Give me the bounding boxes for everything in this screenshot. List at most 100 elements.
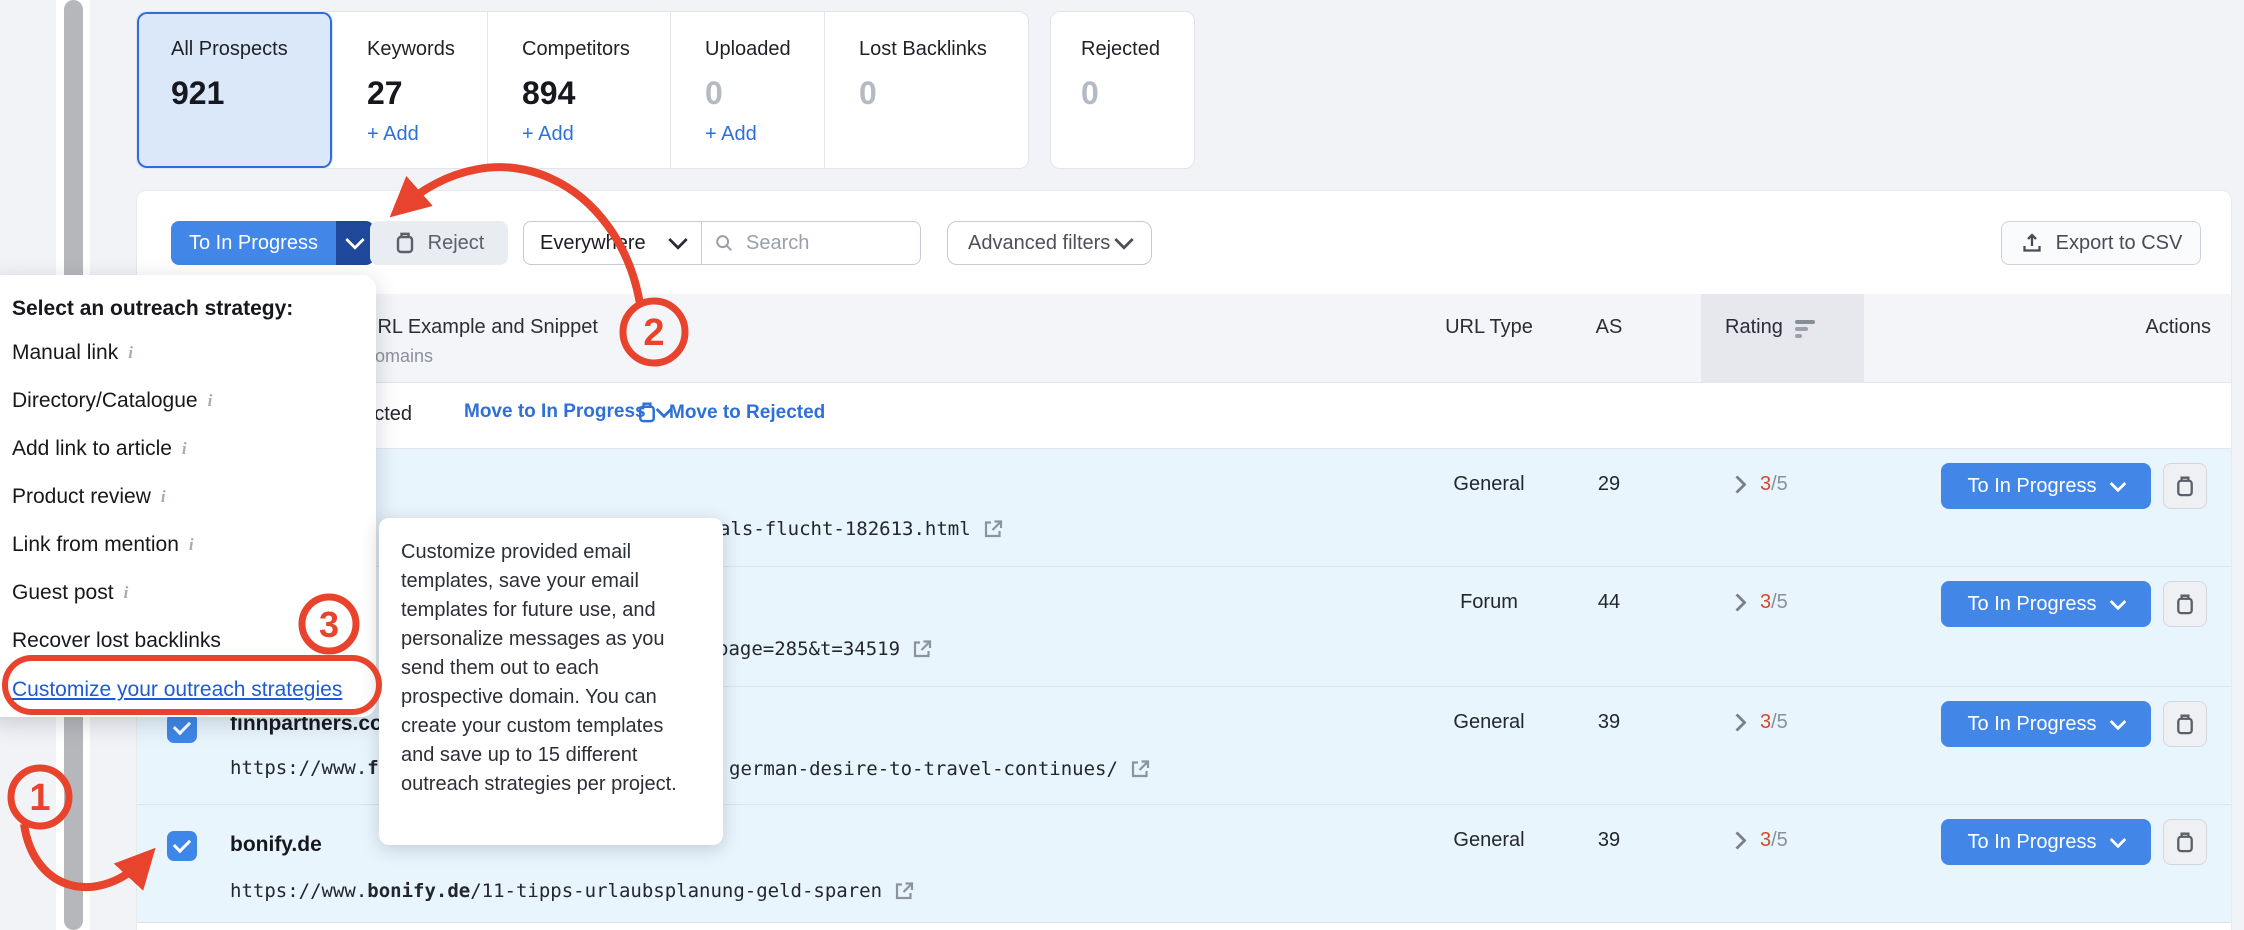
search-field bbox=[701, 221, 921, 265]
prospect-url-tail: german-desire-to-travel-continues/ bbox=[729, 757, 1152, 781]
rating-cell[interactable]: 3/5 bbox=[1731, 473, 1788, 496]
info-icon[interactable]: i bbox=[124, 583, 129, 603]
url-text: page=285&t=34519 bbox=[717, 638, 900, 660]
column-rating-label: Rating bbox=[1725, 316, 1783, 339]
search-scope-dropdown[interactable]: Everywhere bbox=[523, 221, 701, 265]
bulk-action-caret-button[interactable] bbox=[336, 221, 374, 265]
menu-item-recover-lost-backlinks[interactable]: Recover lost backlinks bbox=[12, 617, 376, 665]
row-to-in-progress-button[interactable]: To In Progress bbox=[1941, 819, 2151, 865]
info-icon[interactable]: i bbox=[208, 391, 213, 411]
row-checkbox[interactable] bbox=[167, 831, 197, 861]
as-value: 44 bbox=[1569, 591, 1649, 614]
chevron-down-icon bbox=[2110, 476, 2127, 493]
advanced-filters-button[interactable]: Advanced filters bbox=[947, 221, 1152, 265]
export-icon bbox=[2020, 231, 2044, 255]
menu-item-add-link-to-article[interactable]: Add link to article i bbox=[12, 425, 376, 473]
url-type-value: General bbox=[1425, 473, 1553, 496]
trash-icon bbox=[2175, 475, 2195, 498]
menu-item-directory-catalogue[interactable]: Directory/Catalogue i bbox=[12, 377, 376, 425]
url-text: german-desire-to-travel-continues/ bbox=[729, 758, 1118, 780]
menu-item-product-review[interactable]: Product review i bbox=[12, 473, 376, 521]
search-icon bbox=[714, 232, 734, 254]
tab-count: 27 bbox=[367, 75, 487, 112]
chevron-right-icon bbox=[1728, 593, 1746, 611]
customize-outreach-strategies-link[interactable]: Customize your outreach strategies bbox=[12, 665, 376, 715]
add-uploaded-link[interactable]: + Add bbox=[705, 123, 757, 146]
row-reject-button[interactable] bbox=[2163, 463, 2207, 509]
prospect-url: https://www.bonify.de/11-tipps-urlaubspl… bbox=[230, 879, 916, 903]
tab-uploaded[interactable]: Uploaded 0 + Add bbox=[671, 12, 825, 168]
chevron-right-icon bbox=[1728, 831, 1746, 849]
info-icon[interactable]: i bbox=[128, 343, 133, 363]
bulk-action-label: To In Progress bbox=[189, 232, 318, 255]
external-link-icon[interactable] bbox=[892, 879, 916, 903]
column-as: AS bbox=[1569, 316, 1649, 339]
row-reject-button[interactable] bbox=[2163, 819, 2207, 865]
tab-competitors[interactable]: Competitors 894 + Add bbox=[488, 12, 671, 168]
url-text: als-flucht-182613.html bbox=[719, 518, 971, 540]
tab-count: 0 bbox=[705, 75, 824, 112]
tab-keywords[interactable]: Keywords 27 + Add bbox=[333, 12, 488, 168]
tab-all-prospects[interactable]: All Prospects 921 bbox=[137, 12, 333, 168]
tab-label: All Prospects bbox=[171, 38, 332, 61]
column-url-type: URL Type bbox=[1425, 316, 1553, 339]
rating-value: 3/5 bbox=[1760, 591, 1788, 614]
row-to-in-progress-button[interactable]: To In Progress bbox=[1941, 581, 2151, 627]
menu-item-label: Link from mention bbox=[12, 533, 179, 557]
tab-count: 0 bbox=[1081, 75, 1194, 112]
info-icon[interactable]: i bbox=[189, 535, 194, 555]
tab-count: 0 bbox=[859, 75, 1028, 112]
url-text: https://www.bonify.de/11-tipps-urlaubspl… bbox=[230, 880, 882, 902]
add-keywords-link[interactable]: + Add bbox=[367, 123, 419, 146]
rating-cell[interactable]: 3/5 bbox=[1731, 591, 1788, 614]
add-competitors-link[interactable]: + Add bbox=[522, 123, 574, 146]
rating-cell[interactable]: 3/5 bbox=[1731, 711, 1788, 734]
row-reject-button[interactable] bbox=[2163, 701, 2207, 747]
advanced-filters-label: Advanced filters bbox=[968, 232, 1110, 255]
rating-value: 3/5 bbox=[1760, 473, 1788, 496]
url-text: https://www.fin bbox=[230, 757, 402, 779]
external-link-icon[interactable] bbox=[1128, 757, 1152, 781]
customize-strategies-tooltip: Customize provided email templates, save… bbox=[379, 518, 723, 845]
reject-button[interactable]: Reject bbox=[370, 221, 508, 265]
as-value: 29 bbox=[1569, 473, 1649, 496]
row-to-in-progress-button[interactable]: To In Progress bbox=[1941, 463, 2151, 509]
menu-item-link-from-mention[interactable]: Link from mention i bbox=[12, 521, 376, 569]
url-type-value: Forum bbox=[1425, 591, 1553, 614]
menu-item-label: Directory/Catalogue bbox=[12, 389, 198, 413]
trash-icon bbox=[2175, 713, 2195, 736]
trash-icon bbox=[637, 401, 657, 424]
column-url-example: URL Example and Snippet bbox=[363, 316, 598, 339]
as-value: 39 bbox=[1569, 829, 1649, 852]
tab-count: 894 bbox=[522, 75, 670, 112]
info-icon[interactable]: i bbox=[161, 487, 166, 507]
info-icon[interactable]: i bbox=[182, 439, 187, 459]
tab-rejected[interactable]: Rejected 0 bbox=[1050, 11, 1195, 169]
export-to-csv-button[interactable]: Export to CSV bbox=[2001, 221, 2201, 265]
move-to-rejected-link[interactable]: Move to Rejected bbox=[637, 401, 825, 424]
menu-item-label: Add link to article bbox=[12, 437, 172, 461]
move-in-progress-label: Move to In Progress bbox=[464, 401, 646, 423]
external-link-icon[interactable] bbox=[981, 517, 1005, 541]
menu-title: Select an outreach strategy: bbox=[12, 289, 376, 329]
row-action-label: To In Progress bbox=[1968, 831, 2097, 854]
trash-icon bbox=[2175, 831, 2195, 854]
tab-lost-backlinks[interactable]: Lost Backlinks 0 bbox=[825, 12, 1028, 168]
rating-cell[interactable]: 3/5 bbox=[1731, 829, 1788, 852]
search-input[interactable] bbox=[744, 231, 908, 256]
rating-value: 3/5 bbox=[1760, 711, 1788, 734]
external-link-icon[interactable] bbox=[910, 637, 934, 661]
bulk-to-in-progress-button[interactable]: To In Progress bbox=[171, 221, 336, 265]
menu-item-manual-link[interactable]: Manual link i bbox=[12, 329, 376, 377]
chevron-down-icon bbox=[668, 230, 688, 250]
row-reject-button[interactable] bbox=[2163, 581, 2207, 627]
column-rating-sort[interactable]: Rating bbox=[1725, 316, 1815, 339]
export-label: Export to CSV bbox=[2056, 232, 2183, 255]
selection-action-bar: selected Move to In Progress Move to Rej… bbox=[137, 383, 2231, 449]
move-rejected-label: Move to Rejected bbox=[669, 402, 825, 424]
chevron-down-icon bbox=[2110, 832, 2127, 849]
row-checkbox[interactable] bbox=[167, 713, 197, 743]
menu-item-guest-post[interactable]: Guest post i bbox=[12, 569, 376, 617]
row-to-in-progress-button[interactable]: To In Progress bbox=[1941, 701, 2151, 747]
tab-label: Lost Backlinks bbox=[859, 38, 1028, 61]
